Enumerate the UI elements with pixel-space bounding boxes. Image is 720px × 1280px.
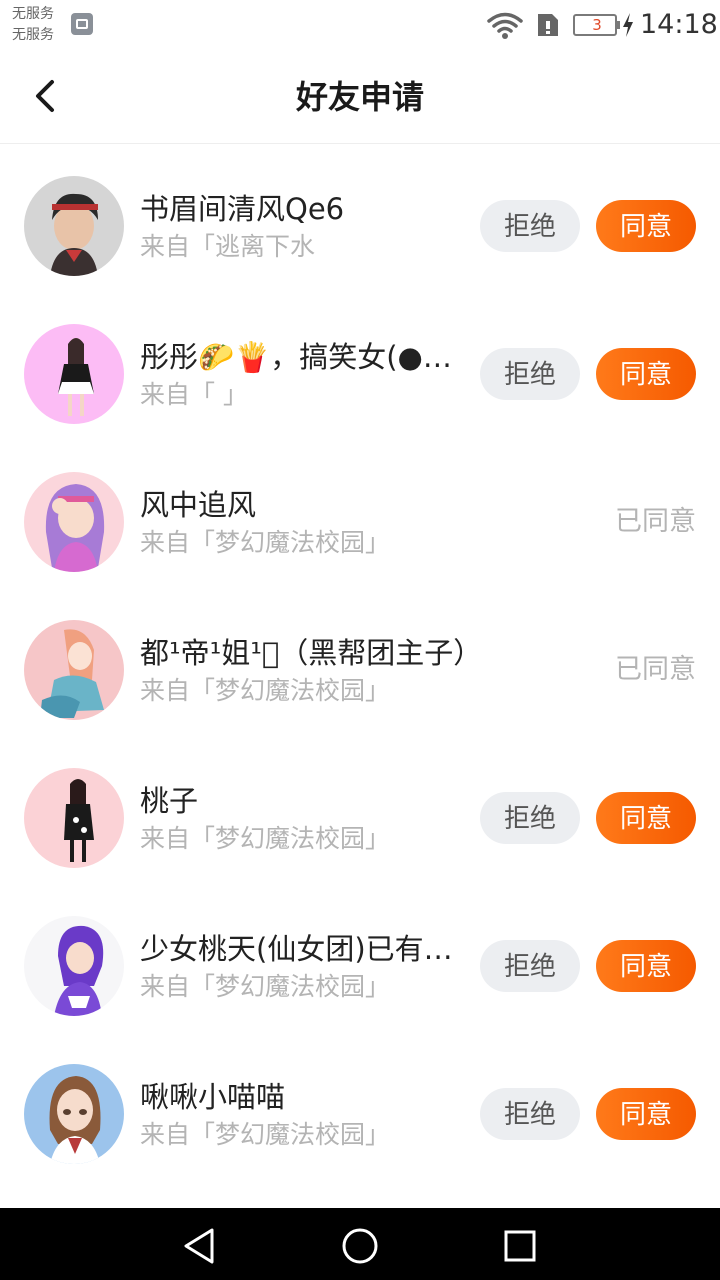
request-source: 来自「梦幻魔法校园」 — [140, 528, 391, 557]
request-name: 书眉间清风Qe6 — [140, 192, 345, 226]
accept-button[interactable]: 同意 — [596, 792, 696, 844]
nav-recent-icon[interactable] — [500, 1226, 540, 1266]
reject-button[interactable]: 拒绝 — [480, 200, 580, 252]
clock: 14:18 — [640, 9, 718, 40]
friend-request-row: 都¹帝¹姐¹⃣（黑帮团主子） 来自「梦幻魔法校园」 已同意 — [0, 589, 720, 737]
avatar[interactable] — [24, 916, 124, 1016]
status-bar: 无服务 无服务 3 14:18 — [0, 0, 720, 50]
request-source: 来自「梦幻魔法校园」 — [140, 972, 391, 1001]
request-source: 来自「梦幻魔法校园」 — [140, 676, 391, 705]
friend-request-row: 书眉间清风Qe6 来自「逃离下水 拒绝 同意 — [0, 145, 720, 293]
image-icon — [71, 13, 93, 35]
accept-button[interactable]: 同意 — [596, 940, 696, 992]
avatar[interactable] — [24, 472, 124, 572]
accept-button[interactable]: 同意 — [596, 1088, 696, 1140]
nav-home-icon[interactable] — [340, 1226, 380, 1266]
request-name: 桃子 — [140, 784, 199, 818]
friend-request-row: 桃子 来自「梦幻魔法校园」 拒绝 同意 — [0, 737, 720, 885]
request-source: 来自「逃离下水 — [140, 232, 316, 261]
battery-icon: 3 — [573, 14, 617, 36]
request-name: 少女桃天(仙女团)已有… — [140, 932, 453, 966]
sim-icon — [538, 14, 558, 36]
reject-button[interactable]: 拒绝 — [480, 1088, 580, 1140]
avatar[interactable] — [24, 1064, 124, 1164]
avatar[interactable] — [24, 768, 124, 868]
reject-button[interactable]: 拒绝 — [480, 792, 580, 844]
avatar[interactable] — [24, 176, 124, 276]
request-source: 来自「梦幻魔法校园」 — [140, 824, 391, 853]
friend-request-row: 啾啾小喵喵 来自「梦幻魔法校园」 拒绝 同意 — [0, 1033, 720, 1181]
avatar[interactable] — [24, 620, 124, 720]
battery-tip — [617, 21, 620, 29]
carrier-line-1: 无服务 — [12, 6, 54, 22]
carrier-line-2: 无服务 — [12, 27, 54, 43]
chevron-left-icon[interactable] — [28, 76, 64, 116]
nav-back-icon[interactable] — [180, 1226, 220, 1266]
carrier-label: 无服务 无服务 — [12, 4, 54, 46]
request-source: 来自「 」 — [140, 380, 248, 409]
request-name: 彤彤🌮🍟，搞笑女(●°… — [140, 340, 465, 374]
friend-request-row: 少女桃天(仙女团)已有… 来自「梦幻魔法校园」 拒绝 同意 — [0, 885, 720, 1033]
reject-button[interactable]: 拒绝 — [480, 940, 580, 992]
request-source: 来自「梦幻魔法校园」 — [140, 1120, 391, 1149]
reject-button[interactable]: 拒绝 — [480, 348, 580, 400]
accepted-status: 已同意 — [615, 654, 696, 685]
accept-button[interactable]: 同意 — [596, 200, 696, 252]
accept-button[interactable]: 同意 — [596, 348, 696, 400]
page-title: 好友申请 — [295, 78, 424, 116]
accepted-status: 已同意 — [615, 506, 696, 537]
header: 好友申请 — [0, 50, 720, 144]
friend-request-row: 彤彤🌮🍟，搞笑女(●°… 来自「 」 拒绝 同意 — [0, 293, 720, 441]
battery-level: 3 — [592, 16, 602, 34]
friend-request-list: 书眉间清风Qe6 来自「逃离下水 拒绝 同意 彤彤🌮🍟，搞笑女(●°… 来自「 … — [0, 145, 720, 1181]
friend-request-row: 风中追风 来自「梦幻魔法校园」 已同意 — [0, 441, 720, 589]
charging-bolt-icon — [623, 13, 633, 37]
request-name: 啾啾小喵喵 — [140, 1080, 286, 1114]
request-name: 风中追风 — [140, 488, 257, 522]
avatar[interactable] — [24, 324, 124, 424]
navigation-bar — [0, 1208, 720, 1280]
wifi-icon — [487, 12, 523, 39]
request-name: 都¹帝¹姐¹⃣（黑帮团主子） — [140, 636, 483, 670]
